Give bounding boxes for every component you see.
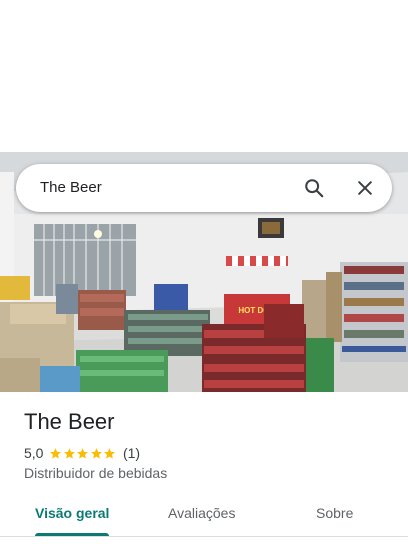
blank-top-area bbox=[0, 0, 408, 152]
place-name: The Beer bbox=[24, 409, 115, 434]
search-icon[interactable] bbox=[300, 174, 328, 202]
search-bar[interactable]: The Beer bbox=[16, 164, 392, 212]
rating-value: 5,0 bbox=[24, 445, 44, 461]
tabs-divider bbox=[0, 536, 408, 537]
place-category: Distribuidor de bebidas bbox=[24, 465, 168, 481]
rating-row[interactable]: 5,0 (1) bbox=[24, 444, 140, 462]
star-icon bbox=[91, 447, 102, 459]
tab-about[interactable]: Sobre bbox=[316, 505, 353, 521]
tab-reviews[interactable]: Avaliações bbox=[168, 505, 235, 521]
tab-bar: Visão geral Avaliações Sobre bbox=[0, 496, 408, 536]
tab-overview[interactable]: Visão geral bbox=[35, 505, 109, 521]
close-icon[interactable] bbox=[351, 174, 379, 202]
star-icon bbox=[64, 447, 75, 459]
search-input[interactable]: The Beer bbox=[40, 179, 102, 196]
star-icon bbox=[77, 447, 89, 459]
star-icon bbox=[104, 447, 116, 459]
star-icon bbox=[50, 447, 62, 459]
rating-stars bbox=[49, 447, 117, 460]
review-count[interactable]: (1) bbox=[123, 445, 140, 461]
